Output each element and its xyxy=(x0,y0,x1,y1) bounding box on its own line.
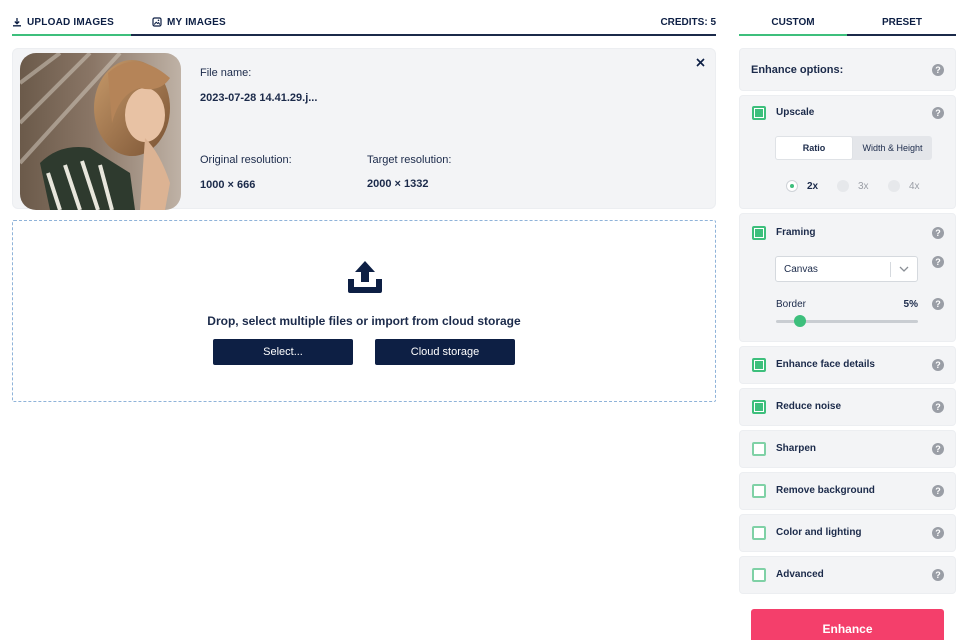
upscale-section: Upscale ? Ratio Width & Height 2x 3x 4x xyxy=(739,95,956,209)
radio-dot xyxy=(786,180,798,192)
radio-dot xyxy=(837,180,849,192)
color-and-lighting-label: Color and lighting xyxy=(776,527,862,538)
tab-upload-label: UPLOAD IMAGES xyxy=(27,16,115,28)
remove-background-label: Remove background xyxy=(776,485,875,496)
mode-ratio-button[interactable]: Ratio xyxy=(775,136,853,160)
radio-dot xyxy=(888,180,900,192)
active-tab-indicator xyxy=(12,34,131,36)
original-resolution-value: 1000 × 666 xyxy=(200,179,256,191)
drop-zone[interactable]: Drop, select multiple files or import fr… xyxy=(12,220,716,402)
radio-4x[interactable]: 4x xyxy=(888,180,920,192)
tab-upload-images[interactable]: UPLOAD IMAGES xyxy=(12,12,114,32)
file-card: File name: 2023-07-28 14.41.29.j... Orig… xyxy=(12,48,716,210)
help-icon[interactable]: ? xyxy=(932,298,944,310)
credits-counter: CREDITS: 5 xyxy=(660,16,716,28)
option-remove-background: Remove background? xyxy=(739,472,956,510)
border-label: Border xyxy=(776,299,807,310)
reduce-noise-checkbox[interactable] xyxy=(752,400,766,414)
framing-select-value: Canvas xyxy=(784,263,818,275)
sharpen-checkbox[interactable] xyxy=(752,442,766,456)
enhance-face-details-checkbox[interactable] xyxy=(752,358,766,372)
tab-custom[interactable]: CUSTOM xyxy=(739,12,847,32)
border-value: 5% xyxy=(903,299,918,310)
radio-3x[interactable]: 3x xyxy=(837,180,869,192)
remove-background-checkbox[interactable] xyxy=(752,484,766,498)
cloud-storage-button[interactable]: Cloud storage xyxy=(375,339,515,365)
radio-2x[interactable]: 2x xyxy=(786,180,818,192)
option-color-and-lighting: Color and lighting? xyxy=(739,514,956,552)
framing-section: Framing ? Canvas ? Border 5% ? xyxy=(739,213,956,342)
settings-tabs: CUSTOM PRESET xyxy=(739,12,956,36)
enhance-options-title: Enhance options: xyxy=(751,64,844,76)
download-icon xyxy=(13,18,21,27)
original-resolution-label: Original resolution: xyxy=(200,154,292,166)
option-advanced: Advanced? xyxy=(739,556,956,594)
main-tabs: UPLOAD IMAGES MY IMAGES CREDITS: 5 xyxy=(12,12,716,36)
select-files-button[interactable]: Select... xyxy=(213,339,353,365)
advanced-checkbox[interactable] xyxy=(752,568,766,582)
target-resolution-label: Target resolution: xyxy=(367,154,452,166)
help-icon[interactable]: ? xyxy=(932,527,944,539)
images-icon xyxy=(152,17,162,27)
help-icon[interactable]: ? xyxy=(932,107,944,119)
help-icon[interactable]: ? xyxy=(932,443,944,455)
upscale-checkbox[interactable] xyxy=(752,106,766,120)
advanced-label: Advanced xyxy=(776,569,824,580)
remove-file-button[interactable] xyxy=(693,55,707,69)
reduce-noise-label: Reduce noise xyxy=(776,401,842,412)
framing-checkbox[interactable] xyxy=(752,226,766,240)
file-name-label: File name: xyxy=(200,67,252,79)
drop-instructions: Drop, select multiple files or import fr… xyxy=(207,314,521,328)
target-resolution-value: 2000 × 1332 xyxy=(367,178,429,190)
radio-2x-label: 2x xyxy=(807,180,819,192)
upscale-mode-toggle: Ratio Width & Height xyxy=(775,136,932,160)
tab-my-images[interactable]: MY IMAGES xyxy=(152,12,226,32)
help-icon[interactable]: ? xyxy=(932,359,944,371)
select-separator xyxy=(890,262,891,277)
help-icon[interactable]: ? xyxy=(932,256,944,268)
mode-width-height-button[interactable]: Width & Height xyxy=(853,136,932,160)
border-slider-thumb[interactable] xyxy=(794,315,807,327)
enhance-face-details-label: Enhance face details xyxy=(776,359,875,370)
option-reduce-noise: Reduce noise? xyxy=(739,388,956,426)
help-icon[interactable]: ? xyxy=(932,64,944,76)
chevron-down-icon xyxy=(899,266,909,272)
upload-cloud-icon xyxy=(348,261,382,293)
sharpen-label: Sharpen xyxy=(776,443,817,454)
radio-3x-label: 3x xyxy=(858,180,869,192)
framing-select[interactable]: Canvas xyxy=(775,256,918,282)
image-thumbnail xyxy=(20,53,181,210)
help-icon[interactable]: ? xyxy=(932,227,944,239)
framing-label: Framing xyxy=(776,227,816,238)
enhance-button[interactable]: Enhance xyxy=(751,609,944,640)
help-icon[interactable]: ? xyxy=(932,485,944,497)
enhance-options-header: Enhance options: ? xyxy=(739,48,956,91)
upscale-label: Upscale xyxy=(776,107,815,118)
option-enhance-face-details: Enhance face details? xyxy=(739,346,956,384)
option-sharpen: Sharpen? xyxy=(739,430,956,468)
radio-4x-label: 4x xyxy=(909,180,920,192)
color-and-lighting-checkbox[interactable] xyxy=(752,526,766,540)
settings-active-tab-indicator xyxy=(739,34,847,36)
file-name-value: 2023-07-28 14.41.29.j... xyxy=(200,92,318,104)
close-icon xyxy=(695,57,705,67)
tab-my-images-label: MY IMAGES xyxy=(167,16,226,28)
help-icon[interactable]: ? xyxy=(932,401,944,413)
tab-preset[interactable]: PRESET xyxy=(848,12,956,32)
help-icon[interactable]: ? xyxy=(932,569,944,581)
